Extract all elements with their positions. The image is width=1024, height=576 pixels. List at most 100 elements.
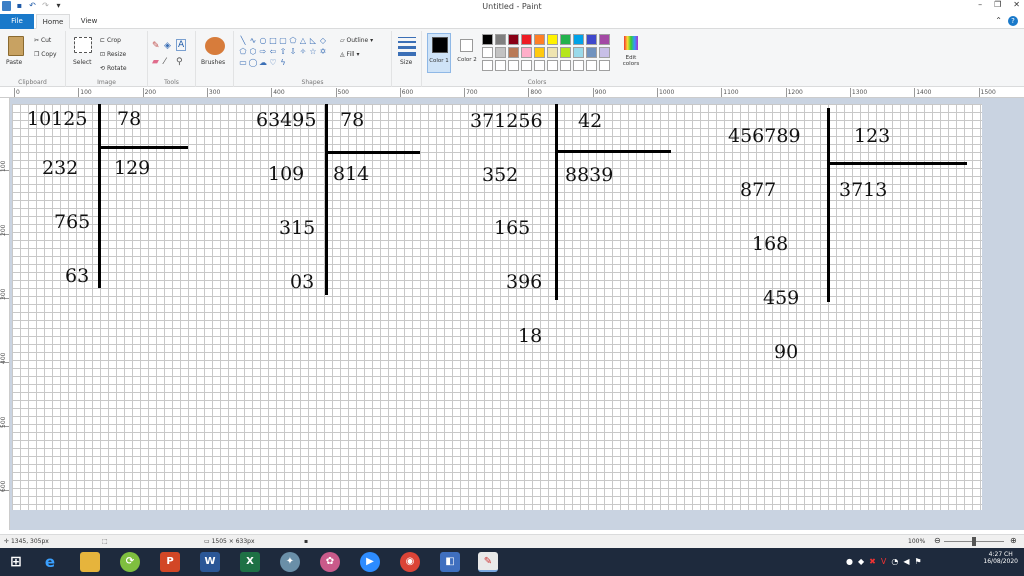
palette-swatch[interactable] [508, 47, 519, 58]
palette-swatch[interactable] [586, 34, 597, 45]
right-arrow-shape-icon[interactable]: ⇨ [258, 46, 268, 57]
tab-home[interactable]: Home [36, 14, 70, 29]
clock[interactable]: 4:27 CH 16/08/2020 [983, 551, 1018, 565]
wifi-icon[interactable]: ◔ [891, 557, 898, 566]
cut-button[interactable]: ✂ Cut [34, 37, 51, 44]
brushes-group[interactable]: Brushes [196, 31, 234, 87]
down-arrow-shape-icon[interactable]: ⇩ [288, 46, 298, 57]
excel-icon[interactable]: X [240, 552, 260, 572]
rectangle-shape-icon[interactable]: □ [268, 35, 278, 46]
paint-taskbar-icon[interactable]: ✎ [478, 552, 498, 572]
fill-bucket-icon[interactable]: ◈ [164, 41, 171, 51]
size-button[interactable]: Size [400, 59, 412, 66]
magnifier-icon[interactable]: ⚲ [176, 57, 183, 67]
palette-swatch[interactable] [495, 60, 506, 71]
palette-swatch[interactable] [521, 34, 532, 45]
close-button[interactable]: ✕ [1013, 0, 1020, 9]
palette-swatch[interactable] [586, 47, 597, 58]
app-icon-blue[interactable]: ◧ [440, 552, 460, 572]
palette-swatch[interactable] [586, 60, 597, 71]
palette-swatch[interactable] [482, 47, 493, 58]
palette-swatch[interactable] [495, 34, 506, 45]
diamond-shape-icon[interactable]: ◇ [318, 35, 328, 46]
palette-swatch[interactable] [599, 47, 610, 58]
drawing-canvas[interactable]: 10125 78 129 232 765 63 63495 78 814 109… [12, 104, 982, 510]
internet-explorer-icon[interactable]: e [40, 552, 60, 572]
heart-shape-icon[interactable]: ♡ [268, 57, 278, 68]
palette-swatch[interactable] [573, 34, 584, 45]
windows-start-icon[interactable]: ⊞ [6, 552, 26, 572]
minimize-button[interactable]: – [978, 0, 982, 9]
outline-button[interactable]: ▱ Outline ▾ [340, 37, 373, 44]
palette-swatch[interactable] [573, 47, 584, 58]
fill-button[interactable]: ◬ Fill ▾ [340, 51, 359, 58]
chat-icon[interactable]: ● [846, 557, 853, 566]
paste-button[interactable]: Paste [6, 59, 22, 66]
rounded-callout-shape-icon[interactable]: ▭ [238, 57, 248, 68]
edit-colors-button[interactable]: Edit colors [618, 33, 644, 73]
oval-shape-icon[interactable]: ○ [258, 35, 268, 46]
palette-swatch[interactable] [508, 34, 519, 45]
palette-swatch[interactable] [534, 34, 545, 45]
palette-swatch[interactable] [560, 47, 571, 58]
palette-swatch[interactable] [560, 34, 571, 45]
tray-icon-2[interactable]: ◆ [858, 557, 864, 566]
zoom-in-button[interactable]: ⊕ [1010, 536, 1017, 545]
five-point-star-shape-icon[interactable]: ☆ [308, 46, 318, 57]
four-point-star-shape-icon[interactable]: ✧ [298, 46, 308, 57]
copy-button[interactable]: ❐ Copy [34, 51, 57, 58]
app-icon-pink[interactable]: ✿ [320, 552, 340, 572]
zoom-slider-thumb[interactable] [972, 537, 976, 546]
select-button[interactable]: Select [73, 59, 92, 66]
palette-swatch[interactable] [534, 47, 545, 58]
text-icon[interactable]: A [176, 39, 187, 51]
palette-swatch[interactable] [547, 47, 558, 58]
shapes-gallery[interactable]: ╲ ∿ ○ □ ▢ ⬠ △ ◺ ◇ ⬠ ⬡ ⇨ ⇦ ⇧ ⇩ ✧ ☆ ✡ ▭ ◯ ☁ ♡ ϟ [238, 35, 334, 69]
left-arrow-shape-icon[interactable]: ⇦ [268, 46, 278, 57]
right-triangle-shape-icon[interactable]: ◺ [308, 35, 318, 46]
palette-swatch[interactable] [573, 60, 584, 71]
lightning-shape-icon[interactable]: ϟ [278, 57, 288, 68]
palette-swatch[interactable] [482, 34, 493, 45]
tray-icon-v[interactable]: V [881, 557, 886, 566]
zoom-app-icon[interactable]: ▶ [360, 552, 380, 572]
palette-swatch[interactable] [599, 34, 610, 45]
maximize-button[interactable]: ❐ [994, 0, 1001, 9]
file-tab[interactable]: File [0, 14, 34, 29]
pencil-icon[interactable]: ✎ [152, 41, 160, 51]
oval-callout-shape-icon[interactable]: ◯ [248, 57, 258, 68]
pentagon-shape-icon[interactable]: ⬠ [238, 46, 248, 57]
color2-button[interactable]: Color 2 [455, 33, 479, 73]
app-icon-green[interactable]: ⟳ [120, 552, 140, 572]
size-group[interactable]: Size [392, 31, 422, 87]
help-icon[interactable]: ? [1008, 16, 1018, 26]
brushes-button[interactable]: Brushes [201, 59, 225, 66]
line-shape-icon[interactable]: ╲ [238, 35, 248, 46]
polygon-shape-icon[interactable]: ⬠ [288, 35, 298, 46]
flag-icon[interactable]: ⚑ [914, 557, 921, 566]
app-icon-swirl[interactable]: ✦ [280, 552, 300, 572]
word-icon[interactable]: W [200, 552, 220, 572]
chrome-icon[interactable]: ◉ [400, 552, 420, 572]
palette-swatch[interactable] [521, 60, 532, 71]
antivirus-icon[interactable]: ✖ [869, 557, 876, 566]
volume-icon[interactable]: ◀ [903, 557, 909, 566]
curve-shape-icon[interactable]: ∿ [248, 35, 258, 46]
palette-swatch[interactable] [495, 47, 506, 58]
cloud-callout-shape-icon[interactable]: ☁ [258, 57, 268, 68]
palette-swatch[interactable] [560, 60, 571, 71]
palette-swatch[interactable] [547, 60, 558, 71]
six-point-star-shape-icon[interactable]: ✡ [318, 46, 328, 57]
powerpoint-icon[interactable]: P [160, 552, 180, 572]
crop-button[interactable]: ⊏ Crop [100, 37, 121, 44]
hexagon-shape-icon[interactable]: ⬡ [248, 46, 258, 57]
color1-button[interactable]: Color 1 [427, 33, 451, 73]
up-arrow-shape-icon[interactable]: ⇧ [278, 46, 288, 57]
eraser-icon[interactable]: ▰ [152, 57, 159, 67]
zoom-out-button[interactable]: ⊖ [934, 536, 941, 545]
rounded-rectangle-shape-icon[interactable]: ▢ [278, 35, 288, 46]
color-picker-icon[interactable]: ⁄ [164, 57, 166, 67]
rotate-button[interactable]: ⟲ Rotate [100, 65, 127, 72]
triangle-shape-icon[interactable]: △ [298, 35, 308, 46]
palette-swatch[interactable] [508, 60, 519, 71]
